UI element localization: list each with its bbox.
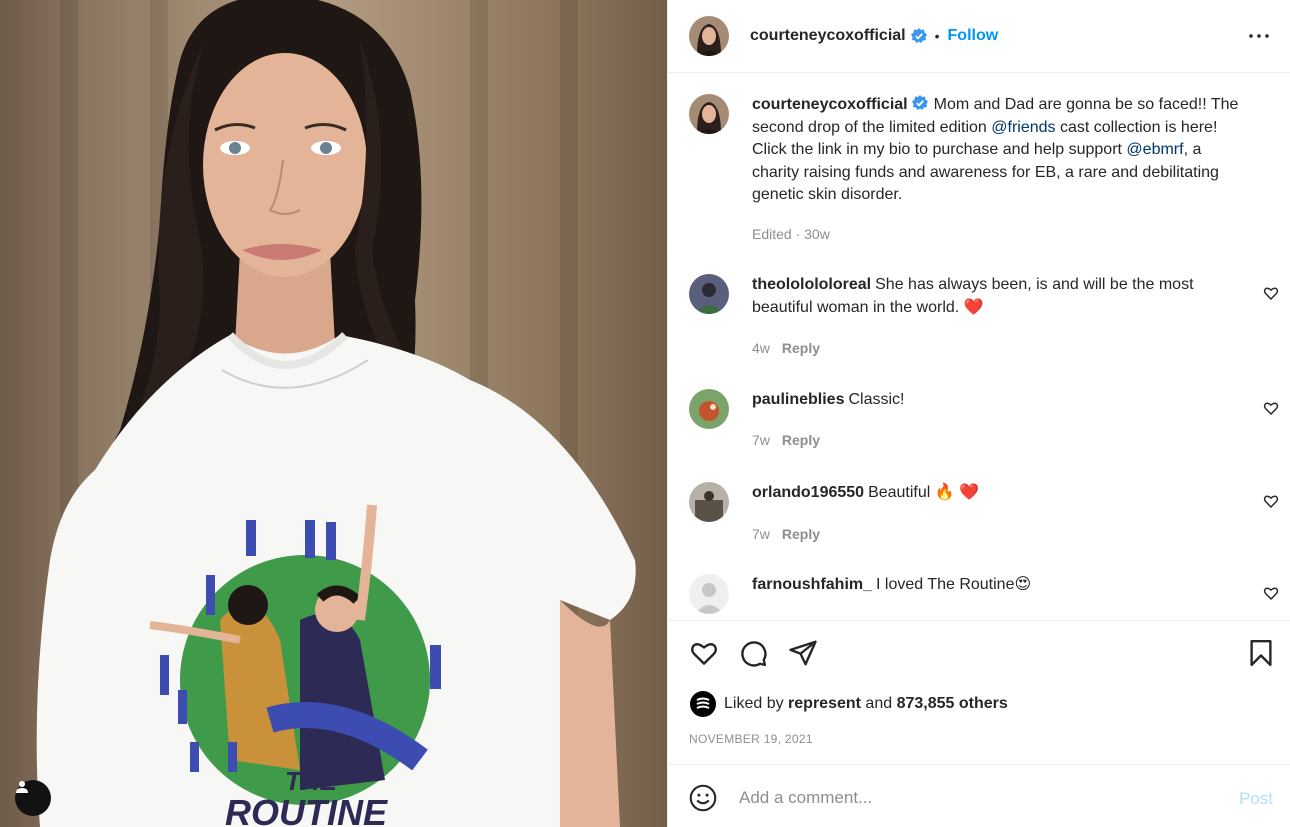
face [203, 53, 367, 277]
comments-scroll-area[interactable]: courteneycoxofficial Mom and Dad are gonn… [668, 74, 1290, 620]
likes-prefix: Liked by [724, 695, 784, 712]
photo-illustration: THE ROUTINE [36, 0, 636, 827]
comment-item: paulineblies Classic! 7w Reply [689, 389, 1279, 469]
liker-avatar [690, 691, 716, 717]
reply-button[interactable]: Reply [782, 432, 820, 448]
post-date: NOVEMBER 19, 2021 [689, 732, 813, 746]
caption-author-avatar[interactable] [689, 94, 729, 134]
post-caption: courteneycoxofficial Mom and Dad are gonn… [689, 94, 1279, 254]
like-comment-heart-icon[interactable] [1263, 493, 1279, 509]
user-tag-button[interactable] [15, 780, 51, 816]
eye-iris [229, 142, 241, 154]
post-side-panel: courteneycoxofficial • Follow courteneyc… [667, 0, 1290, 827]
comment-text: farnoushfahim_ I loved The Routine😍 [752, 574, 1255, 597]
comment-avatar[interactable] [689, 274, 729, 314]
comment-username[interactable]: paulineblies [752, 391, 844, 408]
like-comment-heart-icon[interactable] [1263, 400, 1279, 416]
comment-time: 4w [752, 340, 770, 356]
post-actions: Liked by represent and 873,855 others NO… [668, 620, 1290, 764]
likes-count[interactable]: 873,855 others [897, 695, 1008, 713]
header-separator: • [934, 28, 940, 44]
comment-meta: 7w Reply [752, 432, 820, 448]
comment-time: 7w [752, 526, 770, 542]
comment-text: orlando196550 Beautiful 🔥 ❤️ [752, 482, 1255, 505]
shirt-graphic-head [228, 585, 268, 625]
verified-badge-icon [910, 28, 927, 43]
mention-link-friends[interactable]: @friends [991, 119, 1055, 136]
comment-body: Beautiful [868, 484, 935, 501]
comment-text: paulineblies Classic! [752, 389, 1255, 412]
post-photo[interactable]: THE ROUTINE [0, 0, 667, 827]
comment-meta: 4w Reply [752, 340, 820, 356]
comment-item: farnoushfahim_ I loved The Routine😍 [689, 574, 1279, 620]
comment-body: I loved The Routine [876, 576, 1015, 593]
user-tag-icon [16, 781, 28, 793]
author-username[interactable]: courteneycoxofficial [750, 27, 906, 45]
comment-username[interactable]: orlando196550 [752, 484, 864, 501]
author-avatar[interactable] [689, 16, 729, 56]
comment-item: orlando196550 Beautiful 🔥 ❤️ 7w Reply [689, 482, 1279, 562]
caption-text: courteneycoxofficial Mom and Dad are gonn… [752, 94, 1249, 207]
comment-body: Classic! [848, 391, 905, 408]
comment-username[interactable]: farnoushfahim_ [752, 576, 872, 593]
bookmark-icon[interactable] [1246, 638, 1276, 668]
liker-username[interactable]: represent [788, 695, 861, 713]
post-comment-button[interactable]: Post [1239, 789, 1273, 809]
heart-eyes-emoji: 😍 [1014, 576, 1032, 593]
share-icon[interactable] [788, 638, 818, 668]
comment-input[interactable] [739, 783, 1199, 813]
comment-composer: Post [668, 764, 1290, 827]
comment-text: theololololoreal She has always been, is … [752, 274, 1255, 319]
reply-button[interactable]: Reply [782, 526, 820, 542]
comment-meta: 7w Reply [752, 526, 820, 542]
likes-middle: and [865, 695, 893, 712]
comment-avatar[interactable] [689, 574, 729, 614]
mention-link-ebmrf[interactable]: @ebmrf [1126, 141, 1183, 158]
emoji-icon[interactable] [689, 784, 717, 812]
more-options-icon[interactable] [1247, 24, 1271, 48]
follow-button[interactable]: Follow [948, 27, 999, 45]
heart-icon[interactable] [689, 638, 719, 668]
arm [560, 600, 620, 827]
comment-time: 7w [752, 432, 770, 448]
caption-meta: Edited · 30w [752, 226, 830, 242]
caption-username[interactable]: courteneycoxofficial [752, 96, 908, 113]
comment-avatar[interactable] [689, 389, 729, 429]
comment-item: theololololoreal She has always been, is … [689, 274, 1279, 374]
represent-logo-icon [696, 697, 710, 709]
heart-emoji: ❤️ [963, 298, 984, 316]
like-comment-heart-icon[interactable] [1263, 585, 1279, 601]
eye-iris [320, 142, 332, 154]
comment-icon[interactable] [738, 638, 768, 668]
likes-summary[interactable]: Liked by represent and 873,855 others [690, 691, 1008, 717]
comment-username[interactable]: theololololoreal [752, 276, 871, 293]
reply-button[interactable]: Reply [782, 340, 820, 356]
post-header: courteneycoxofficial • Follow [668, 0, 1290, 73]
like-comment-heart-icon[interactable] [1263, 285, 1279, 301]
fire-heart-emoji: 🔥 ❤️ [934, 484, 980, 501]
shirt-text-routine: ROUTINE [225, 792, 388, 827]
comment-avatar[interactable] [689, 482, 729, 522]
verified-badge-icon [911, 95, 928, 110]
